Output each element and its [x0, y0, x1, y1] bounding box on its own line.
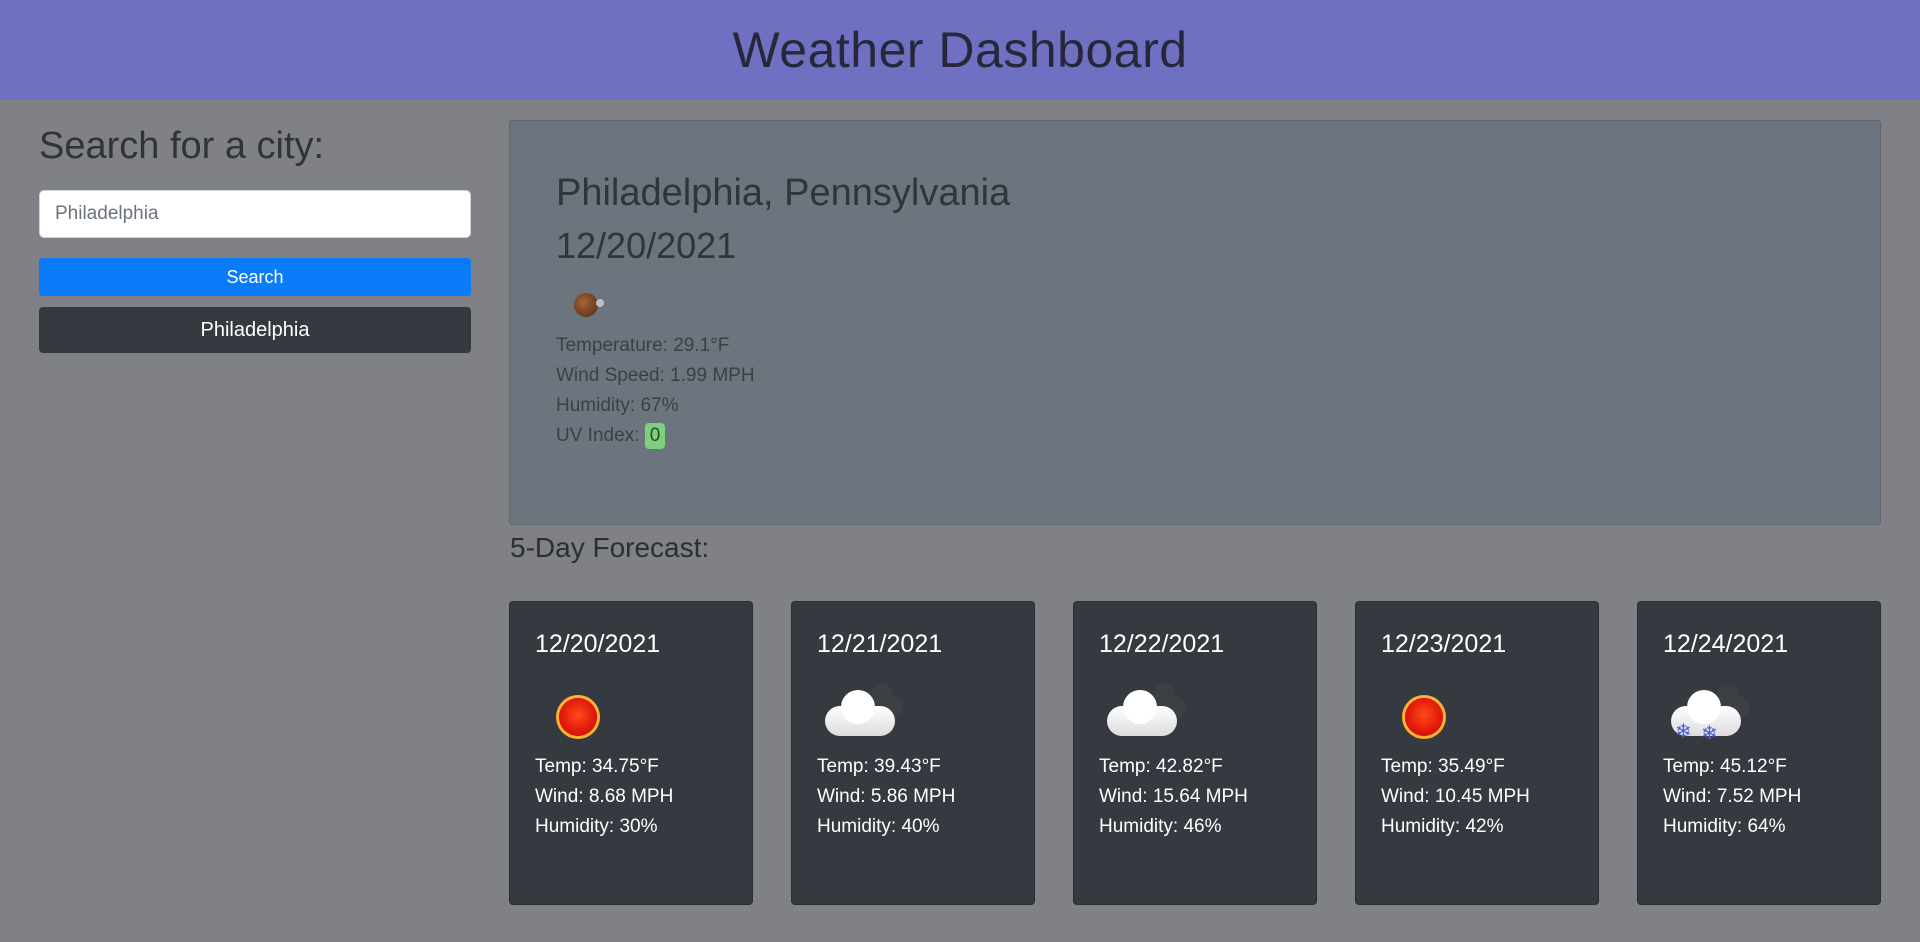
- uv-badge: 0: [644, 423, 666, 449]
- forecast-card: 12/24/2021 ❄ ❄ Temp: 45.12°F Wind: 7.52 …: [1637, 601, 1881, 905]
- current-wind: Wind Speed: 1.99 MPH: [556, 365, 755, 386]
- city-search-input[interactable]: [39, 190, 471, 238]
- forecast-humidity: Humidity: 30%: [535, 816, 658, 837]
- current-humidity: Humidity: 67%: [556, 395, 679, 416]
- forecast-date: 12/24/2021: [1663, 630, 1789, 658]
- current-uv: UV Index: 0: [556, 421, 1834, 451]
- app-header: Weather Dashboard: [0, 0, 1920, 100]
- history-city-button[interactable]: Philadelphia: [39, 307, 471, 353]
- forecast-humidity: Humidity: 42%: [1381, 816, 1504, 837]
- forecast-temp: Temp: 35.49°F: [1381, 756, 1505, 777]
- snow-cloud-icon: ❄ ❄: [1663, 684, 1753, 748]
- forecast-humidity: Humidity: 46%: [1099, 816, 1222, 837]
- forecast-card: 12/23/2021 Temp: 35.49°F Wind: 10.45 MPH…: [1355, 601, 1599, 905]
- search-heading: Search for a city:: [39, 125, 325, 167]
- page-title: Weather Dashboard: [732, 22, 1188, 78]
- forecast-date: 12/23/2021: [1381, 630, 1507, 658]
- forecast-wind: Wind: 8.68 MPH: [535, 786, 674, 807]
- search-button[interactable]: Search: [39, 258, 471, 296]
- forecast-date: 12/20/2021: [535, 630, 661, 658]
- night-clear-icon: [556, 285, 616, 325]
- forecast-wind: Wind: 7.52 MPH: [1663, 786, 1802, 807]
- forecast-temp: Temp: 39.43°F: [817, 756, 941, 777]
- sun-icon: [535, 686, 625, 748]
- forecast-card: 12/20/2021 Temp: 34.75°F Wind: 8.68 MPH …: [509, 601, 753, 905]
- forecast-temp: Temp: 34.75°F: [535, 756, 659, 777]
- forecast-title: 5-Day Forecast:: [510, 532, 710, 563]
- forecast-row: 12/20/2021 Temp: 34.75°F Wind: 8.68 MPH …: [509, 601, 1881, 905]
- forecast-date: 12/21/2021: [817, 630, 943, 658]
- current-date: 12/20/2021: [556, 225, 737, 266]
- forecast-wind: Wind: 10.45 MPH: [1381, 786, 1530, 807]
- search-sidebar: Search for a city: Search Philadelphia: [39, 120, 471, 353]
- forecast-card: 12/22/2021 Temp: 42.82°F Wind: 15.64 MPH…: [1073, 601, 1317, 905]
- current-weather-panel: Philadelphia, Pennsylvania 12/20/2021 Te…: [509, 120, 1881, 525]
- cloudy-icon: [1099, 684, 1189, 748]
- forecast-temp: Temp: 42.82°F: [1099, 756, 1223, 777]
- forecast-humidity: Humidity: 40%: [817, 816, 940, 837]
- forecast-wind: Wind: 15.64 MPH: [1099, 786, 1248, 807]
- forecast-temp: Temp: 45.12°F: [1663, 756, 1787, 777]
- current-city: Philadelphia, Pennsylvania: [556, 172, 1011, 214]
- cloudy-icon: [817, 684, 907, 748]
- forecast-date: 12/22/2021: [1099, 630, 1225, 658]
- forecast-wind: Wind: 5.86 MPH: [817, 786, 956, 807]
- forecast-card: 12/21/2021 Temp: 39.43°F Wind: 5.86 MPH …: [791, 601, 1035, 905]
- sun-icon: [1381, 686, 1471, 748]
- current-temperature: Temperature: 29.1°F: [556, 335, 730, 356]
- uv-label: UV Index:: [556, 425, 640, 446]
- forecast-humidity: Humidity: 64%: [1663, 816, 1786, 837]
- current-stats: Temperature: 29.1°F Wind Speed: 1.99 MPH…: [556, 331, 1834, 451]
